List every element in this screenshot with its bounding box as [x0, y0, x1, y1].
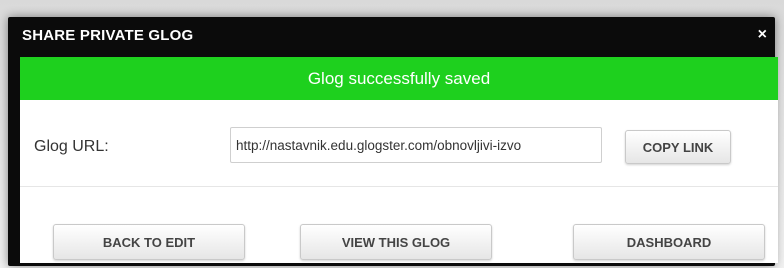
dialog-content: Glog successfully saved Glog URL: COPY L… — [20, 57, 778, 263]
share-dialog: SHARE PRIVATE GLOG × Glog successfully s… — [8, 17, 778, 266]
close-icon[interactable]: × — [758, 27, 767, 43]
success-banner: Glog successfully saved — [20, 57, 778, 100]
dialog-title: SHARE PRIVATE GLOG — [22, 27, 194, 44]
dashboard-button[interactable]: DASHBOARD — [573, 224, 765, 260]
url-row: Glog URL: COPY LINK — [20, 110, 778, 187]
success-message: Glog successfully saved — [307, 68, 491, 88]
glog-url-field[interactable] — [230, 127, 602, 163]
view-glog-button[interactable]: VIEW THIS GLOG — [300, 224, 492, 260]
url-label: Glog URL: — [34, 138, 109, 155]
back-to-edit-button[interactable]: BACK TO EDIT — [53, 224, 245, 260]
copy-link-button[interactable]: COPY LINK — [625, 130, 731, 164]
